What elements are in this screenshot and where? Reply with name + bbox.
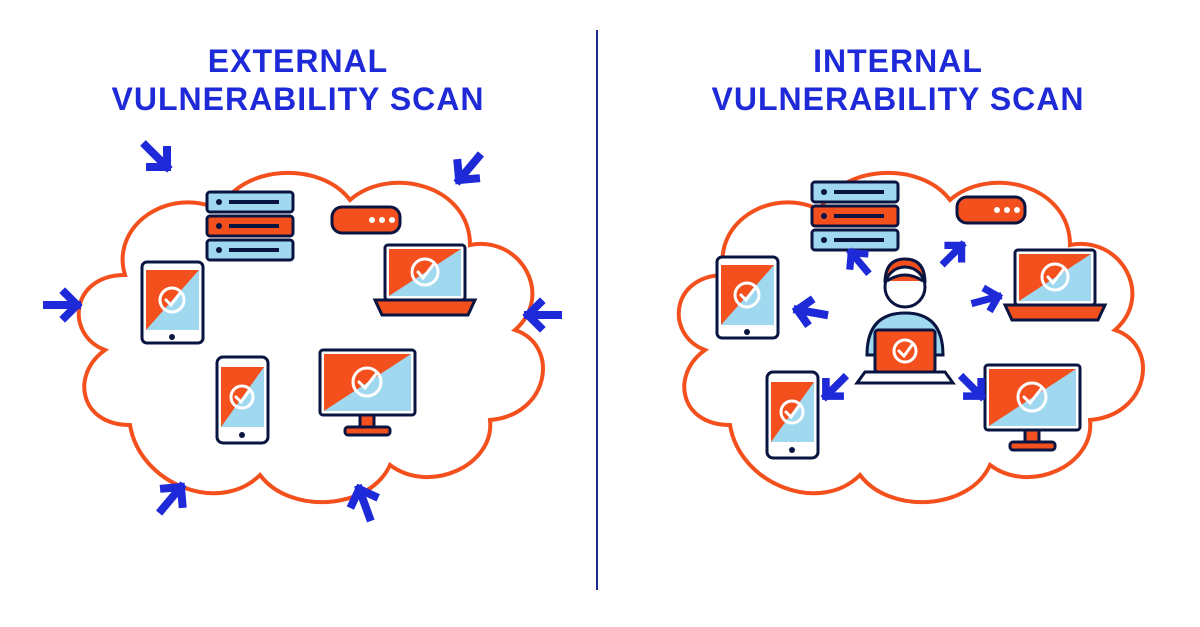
internal-scan-panel: INTERNAL VULNERABILITY SCAN (600, 0, 1196, 627)
tablet-icon (715, 255, 780, 345)
divider-line (596, 30, 598, 590)
arrow-icon (35, 280, 85, 330)
phone-icon (765, 370, 820, 465)
arrow-icon (445, 142, 495, 192)
router-icon (330, 205, 402, 240)
arrow-icon (130, 130, 180, 180)
arrow-icon (340, 480, 390, 530)
arrow-icon (932, 235, 972, 275)
cloud-outline-icon (50, 135, 550, 535)
tablet-icon (140, 260, 205, 350)
router-icon (955, 195, 1027, 230)
server-icon (205, 190, 295, 267)
arrow-icon (520, 290, 570, 340)
arrow-icon (790, 290, 835, 335)
internal-title: INTERNAL VULNERABILITY SCAN (600, 42, 1196, 119)
laptop-icon (370, 240, 480, 325)
monitor-icon (980, 360, 1085, 460)
arrow-icon (965, 280, 1005, 320)
arrow-icon (840, 243, 880, 283)
arrow-icon (815, 365, 857, 407)
external-scan-panel: EXTERNAL VULNERABILITY SCAN (0, 0, 596, 627)
phone-icon (215, 355, 270, 450)
monitor-icon (315, 345, 420, 445)
arrow-icon (950, 365, 992, 407)
external-title: EXTERNAL VULNERABILITY SCAN (0, 42, 596, 119)
arrow-icon (145, 475, 195, 525)
external-cloud (50, 135, 550, 535)
internal-cloud (650, 135, 1150, 535)
laptop-icon (1000, 245, 1110, 330)
